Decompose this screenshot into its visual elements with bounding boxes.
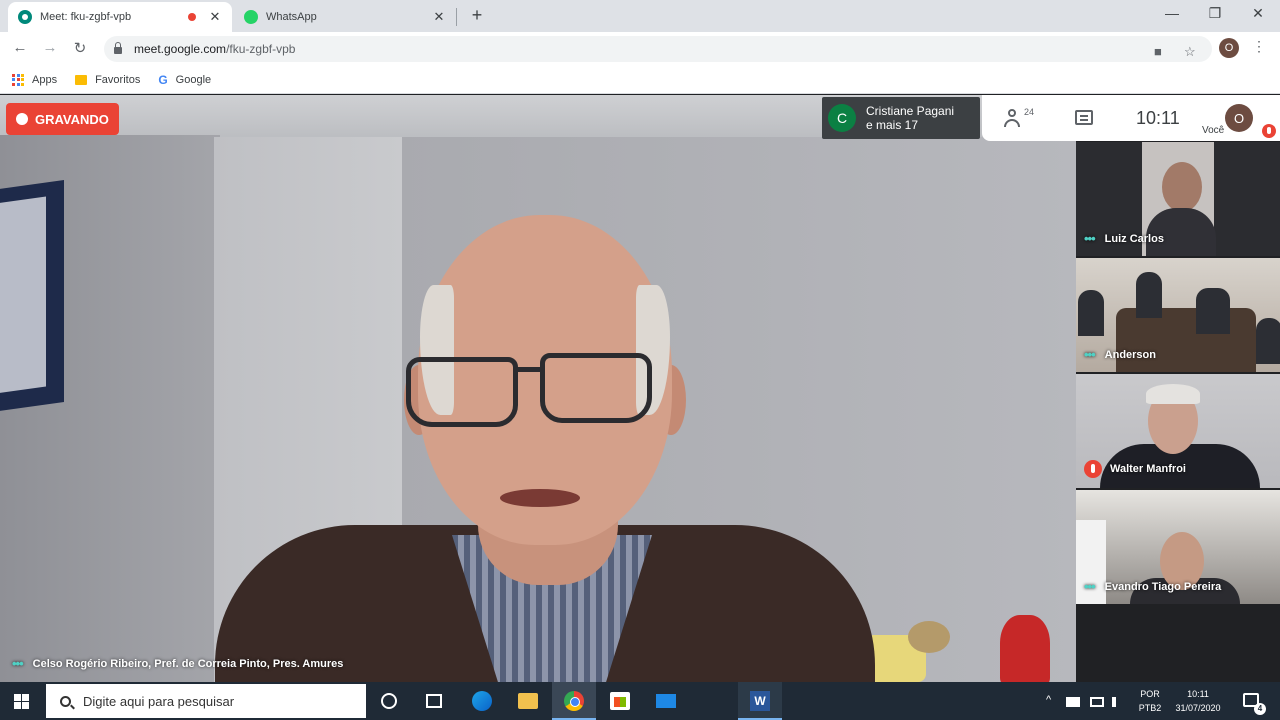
meet-call-area: ••• Celso Rogério Ribeiro, Pref. de Corr…	[0, 95, 1280, 682]
camera-icon[interactable]: ■	[1154, 44, 1162, 59]
tab-title: WhatsApp	[266, 11, 317, 23]
address-bar[interactable]: meet.google.com/fku-zgbf-vpb ■ ☆	[104, 36, 1212, 62]
recording-indicator-icon	[188, 13, 196, 21]
search-placeholder: Digite aqui para pesquisar	[83, 693, 235, 709]
search-icon	[60, 695, 71, 707]
speaking-indicator-icon: •••	[1084, 347, 1096, 362]
tray-wifi-icon[interactable]	[1090, 697, 1104, 707]
taskbar-search-input[interactable]: Digite aqui para pesquisar	[46, 684, 366, 718]
chrome-icon[interactable]	[564, 691, 584, 711]
tray-network-icon[interactable]	[1066, 697, 1080, 707]
bookmark-label: Apps	[32, 73, 58, 86]
mic-off-icon	[1262, 124, 1276, 138]
presenter-name: Cristiane Pagani	[866, 104, 955, 118]
record-dot-icon	[16, 113, 28, 125]
self-avatar[interactable]: O	[1225, 104, 1253, 132]
mic-off-icon	[1084, 460, 1102, 478]
participant-tile[interactable]: ••• Anderson	[1076, 258, 1280, 372]
bookmark-star-icon[interactable]: ☆	[1184, 44, 1196, 60]
participant-tile[interactable]: Walter Manfroi	[1076, 374, 1280, 488]
speaker-glasses	[406, 357, 518, 427]
recording-label: GRAVANDO	[35, 111, 109, 127]
windows-taskbar: Digite aqui para pesquisar W ^ POR PTB2 …	[0, 682, 1280, 720]
mail-icon[interactable]	[656, 694, 676, 708]
edge-icon[interactable]	[472, 691, 492, 711]
participants-count: 24	[1024, 107, 1035, 117]
google-meet-icon	[18, 10, 32, 24]
store-icon[interactable]	[610, 692, 630, 710]
word-icon[interactable]: W	[750, 691, 770, 711]
windows-start-icon[interactable]	[14, 694, 29, 709]
file-explorer-icon[interactable]	[518, 693, 538, 709]
browser-toolbar: ← → ↻ meet.google.com/fku-zgbf-vpb ■ ☆	[0, 32, 1280, 66]
bookmarks-bar: Apps Favoritos G Google	[0, 66, 1280, 94]
browser-tab-bar: Meet: fku-zgbf-vpb ✕ WhatsApp ✕ + — ❐ ✕	[0, 0, 1280, 32]
participant-tile[interactable]: ••• Evandro Tiago Pereira	[1076, 490, 1280, 604]
bookmark-label: Google	[175, 73, 212, 86]
apps-grid-icon	[12, 73, 24, 86]
close-tab-button[interactable]: ✕	[432, 9, 446, 25]
presenter-text: Cristiane Pagani e mais 17	[866, 104, 954, 132]
bookmark-label: Favoritos	[95, 73, 141, 86]
presenter-avatar: C	[828, 104, 856, 132]
maximize-button[interactable]: ❐	[1205, 5, 1225, 22]
tray-chevron-icon[interactable]: ^	[1046, 694, 1051, 706]
tab-title: Meet: fku-zgbf-vpb	[40, 11, 132, 23]
tile-name: ••• Anderson	[1084, 347, 1156, 362]
back-button[interactable]: ←	[10, 39, 30, 56]
wall-picture-frame	[0, 179, 64, 413]
meeting-clock: 10:11	[1136, 108, 1180, 128]
url-text: meet.google.com/fku-zgbf-vpb	[134, 42, 296, 56]
tab-whatsapp[interactable]: WhatsApp ✕	[234, 2, 456, 32]
lock-icon	[114, 42, 122, 54]
close-window-button[interactable]: ✕	[1248, 5, 1268, 22]
main-speaker-name: ••• Celso Rogério Ribeiro, Pref. de Corr…	[12, 656, 343, 671]
forward-button[interactable]: →	[40, 39, 60, 56]
presenter-others: e mais 17	[866, 118, 919, 132]
participant-tile[interactable]: ••• Luiz Carlos	[1076, 142, 1280, 256]
google-icon: G	[158, 72, 168, 87]
speaking-indicator-icon: •••	[12, 656, 24, 671]
presenter-chip[interactable]: C Cristiane Pagani e mais 17	[822, 97, 980, 139]
whatsapp-icon	[244, 10, 258, 24]
bookmark-google[interactable]: G Google	[158, 73, 211, 87]
recording-badge: GRAVANDO	[6, 103, 119, 135]
you-label: Você	[1202, 125, 1225, 136]
chat-icon[interactable]	[1075, 110, 1093, 125]
speaking-indicator-icon: •••	[1084, 579, 1096, 594]
reload-button[interactable]: ↻	[70, 39, 90, 57]
tile-name: Walter Manfroi	[1084, 460, 1186, 478]
main-speaker-video: ••• Celso Rogério Ribeiro, Pref. de Corr…	[0, 95, 1076, 682]
speaker-name-label: Celso Rogério Ribeiro, Pref. de Correia …	[32, 657, 344, 670]
taskbar-clock[interactable]: 10:11 31/07/2020	[1170, 687, 1226, 715]
new-tab-button[interactable]: +	[466, 5, 488, 26]
tab-meet[interactable]: Meet: fku-zgbf-vpb ✕	[8, 2, 232, 32]
tray-volume-icon[interactable]	[1112, 697, 1124, 707]
tile-name: ••• Luiz Carlos	[1084, 231, 1164, 246]
tab-separator	[456, 8, 457, 26]
folder-icon	[75, 74, 88, 85]
bookmark-apps[interactable]: Apps	[12, 73, 58, 86]
speaking-indicator-icon: •••	[1084, 231, 1096, 246]
participants-icon[interactable]	[1004, 108, 1024, 128]
cortana-icon[interactable]	[381, 693, 397, 709]
close-tab-button[interactable]: ✕	[208, 9, 222, 25]
bookmark-favoritos[interactable]: Favoritos	[75, 74, 140, 86]
task-view-icon[interactable]	[426, 694, 442, 708]
profile-avatar[interactable]: O	[1219, 38, 1239, 58]
tile-name: ••• Evandro Tiago Pereira	[1084, 579, 1222, 594]
minimize-button[interactable]: —	[1162, 5, 1182, 21]
language-indicator[interactable]: POR PTB2	[1136, 687, 1164, 715]
notification-count-badge: 4	[1254, 703, 1266, 715]
browser-menu-button[interactable]: ⋮	[1252, 38, 1266, 55]
meet-top-controls: 24 10:11 Você O	[982, 95, 1280, 141]
